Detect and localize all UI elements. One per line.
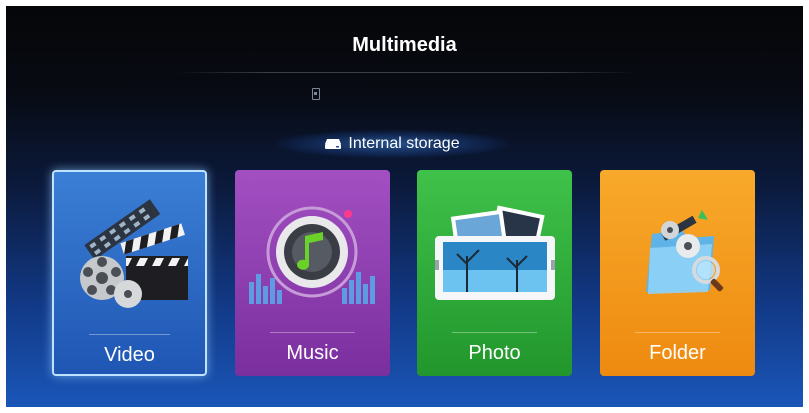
tile-divider: [452, 332, 537, 333]
tile-music[interactable]: Music: [235, 170, 390, 376]
tile-folder[interactable]: Folder: [600, 170, 755, 376]
tile-photo-label: Photo: [468, 342, 521, 364]
tile-music-label: Music: [286, 342, 339, 364]
storage-label: Internal storage: [348, 135, 460, 152]
tile-video[interactable]: Video: [52, 170, 207, 376]
storage-selector[interactable]: Internal storage: [276, 130, 508, 158]
hard-drive-icon: [325, 139, 342, 149]
tile-video-label: Video: [104, 344, 155, 366]
tile-divider: [635, 332, 720, 333]
tile-divider: [89, 334, 170, 335]
usb-drive-icon[interactable]: [312, 88, 320, 100]
multimedia-screen: Multimedia Internal storage Video Music …: [6, 6, 803, 407]
title-divider: [176, 72, 636, 73]
tile-divider: [270, 332, 355, 333]
tile-folder-label: Folder: [649, 342, 706, 364]
music-note-disc-icon: [249, 206, 375, 304]
tile-photo[interactable]: Photo: [417, 170, 572, 376]
folder-search-icon: [646, 210, 724, 294]
page-title: Multimedia: [352, 34, 457, 56]
film-reel-clapboard-icon: [80, 199, 188, 308]
photo-frames-icon: [435, 205, 555, 300]
